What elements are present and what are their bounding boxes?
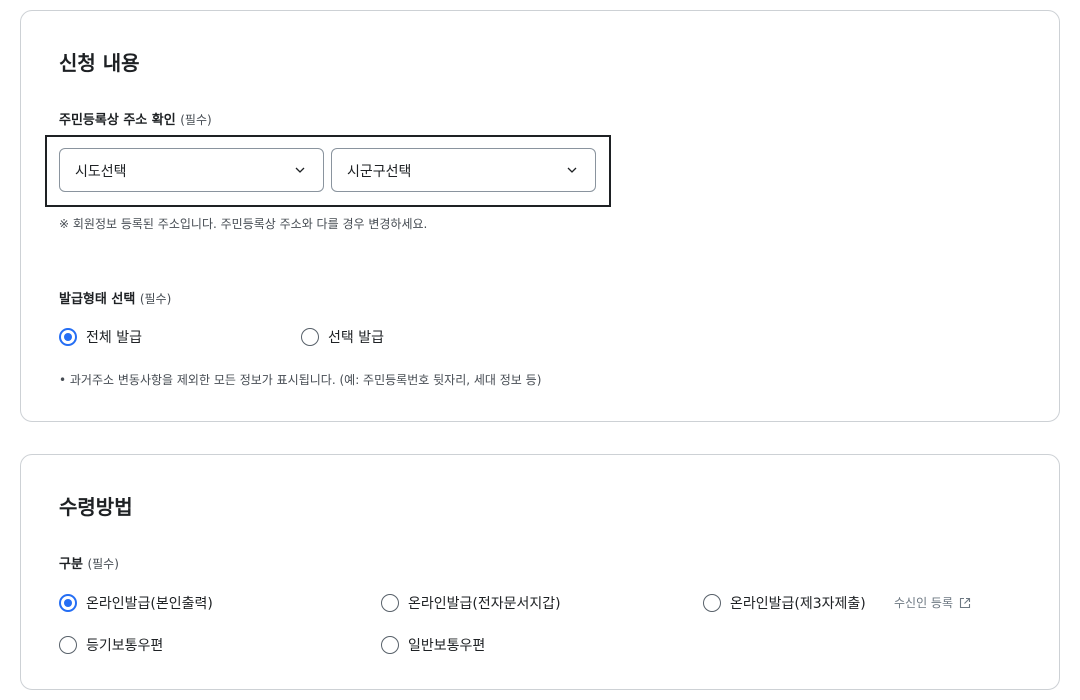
radio-online-self-print[interactable]: 온라인발급(본인출력): [59, 593, 213, 613]
issue-type-field-label: 발급형태 선택 (필수): [59, 288, 171, 307]
radio-circle: [59, 636, 77, 654]
issue-type-required-mark: (필수): [139, 292, 172, 306]
chevron-down-icon: [295, 167, 305, 173]
address-required-mark: (필수): [180, 113, 212, 127]
receive-label-text: 구분: [59, 557, 83, 572]
radio-circle: [381, 594, 399, 612]
receive-required-mark: (필수): [87, 557, 119, 571]
radio-issue-select[interactable]: 선택 발급: [301, 327, 384, 347]
sigungu-select-value: 시군구선택: [347, 164, 412, 180]
sido-select[interactable]: 시도선택: [59, 148, 324, 192]
radio-issue-full-label: 전체 발급: [86, 330, 142, 346]
radio-circle: [381, 636, 399, 654]
sigungu-select[interactable]: 시군구선택: [331, 148, 596, 192]
radio-circle: [59, 328, 77, 346]
radio-online-third-party[interactable]: 온라인발급(제3자제출): [703, 593, 866, 613]
sido-select-value: 시도선택: [75, 164, 127, 180]
section-title-receive: 수령방법: [59, 495, 133, 519]
address-note: ※ 회원정보 등록된 주소입니다. 주민등록상 주소와 다를 경우 변경하세요.: [59, 217, 428, 231]
issue-type-note: • 과거주소 변동사항을 제외한 모든 정보가 표시됩니다. (예: 주민등록번…: [59, 373, 542, 387]
radio-online-third-party-label: 온라인발급(제3자제출): [730, 596, 866, 612]
address-field-label: 주민등록상 주소 확인 (필수): [59, 109, 212, 128]
radio-regular-mail-label: 일반보통우편: [408, 638, 486, 654]
radio-issue-full[interactable]: 전체 발급: [59, 327, 142, 347]
recipient-register-link[interactable]: 수신인 등록: [894, 594, 971, 611]
external-link-icon: [959, 597, 971, 608]
radio-online-e-wallet[interactable]: 온라인발급(전자문서지갑): [381, 593, 561, 613]
radio-online-self-print-label: 온라인발급(본인출력): [86, 596, 213, 612]
radio-registered-mail[interactable]: 등기보통우편: [59, 635, 163, 655]
chevron-down-icon: [567, 167, 577, 173]
radio-circle: [59, 594, 77, 612]
receive-field-label: 구분 (필수): [59, 553, 119, 572]
recipient-register-link-text: 수신인 등록: [894, 596, 954, 610]
radio-circle: [301, 328, 319, 346]
radio-issue-select-label: 선택 발급: [328, 330, 384, 346]
radio-regular-mail[interactable]: 일반보통우편: [381, 635, 485, 655]
section-title-application: 신청 내용: [59, 51, 140, 75]
address-label-text: 주민등록상 주소 확인: [59, 113, 176, 128]
radio-registered-mail-label: 등기보통우편: [86, 638, 164, 654]
issue-type-label-text: 발급형태 선택: [59, 292, 136, 307]
radio-online-e-wallet-label: 온라인발급(전자문서지갑): [408, 596, 561, 612]
receive-method-card: 수령방법 구분 (필수) 온라인발급(본인출력) 온라인발급(전자문서지갑) 온…: [20, 454, 1060, 690]
radio-circle: [703, 594, 721, 612]
application-card: 신청 내용 주민등록상 주소 확인 (필수) 시도선택 시군구선택 ※ 회원정보…: [20, 10, 1060, 422]
